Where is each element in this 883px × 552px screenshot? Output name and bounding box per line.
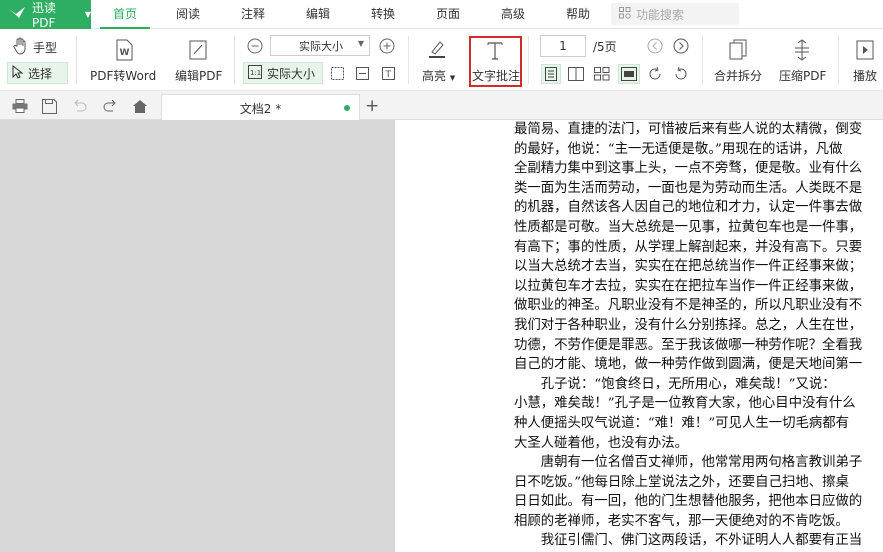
grid-search-icon (619, 6, 631, 22)
menu-tab-annotate[interactable]: 注释 (228, 0, 278, 28)
search-placeholder: 功能搜索 (636, 7, 685, 22)
rotate-counterclockwise-icon[interactable] (672, 65, 690, 83)
text-line: 我征引儒门、佛门这两段话，不外证明人人都要有正当 (514, 533, 863, 549)
toolbar-divider (528, 36, 529, 84)
actual-size-button[interactable]: 1:1 实际大小 (243, 62, 323, 84)
highlight-button[interactable]: 高亮 ▼ (422, 67, 455, 84)
print-icon[interactable] (11, 97, 29, 115)
page-number-input[interactable]: 1 (540, 35, 586, 57)
menu-tab-home[interactable]: 首页 (100, 0, 150, 28)
feature-search-input[interactable]: 功能搜索 (611, 3, 739, 25)
edit-pdf-icon (186, 38, 210, 62)
zoom-select[interactable]: 实际大小 ▼ (270, 35, 370, 56)
save-icon[interactable] (40, 97, 58, 115)
merge-split-button[interactable]: 合并拆分 (714, 67, 762, 84)
text-line: 孔子说：“饱食终日，无所用心，难矣哉！”又说： (514, 376, 836, 392)
one-to-one-icon: 1:1 (248, 64, 262, 82)
text-line: 大圣人碰着他，也没有办法。 (514, 435, 689, 451)
rotate-clockwise-icon[interactable] (646, 65, 664, 83)
text-line: 以拉黄包车才去拉，实实在在把拉车当作一件正经事来做， (514, 278, 863, 294)
text-line: 类一面为生活而劳动，一面也是为劳动而生活。人类既不是 (514, 180, 863, 196)
toolbar-divider (76, 36, 77, 84)
home-icon[interactable] (131, 97, 149, 115)
menu-tab-read[interactable]: 阅读 (163, 0, 213, 28)
highlighter-icon (426, 38, 448, 60)
continuous-scroll-icon[interactable] (618, 64, 640, 84)
fit-page-icon[interactable] (330, 66, 344, 80)
toolbar-divider (838, 36, 839, 84)
page-total: /5页 (593, 40, 617, 54)
undo-icon[interactable] (71, 97, 89, 115)
text-line: 有高下；事的性质，从学理上解剖起来，并没有高下。只要 (514, 239, 863, 255)
merge-split-icon (726, 38, 750, 62)
edit-pdf-button[interactable]: 编辑PDF (175, 67, 222, 84)
app-logo[interactable]: 迅读PDF ▼ (0, 0, 91, 30)
compress-icon (790, 38, 814, 62)
menu-tab-page[interactable]: 页面 (423, 0, 473, 28)
text-line: 性质都是可敬。当大总统是一见事，拉黄包车也是一件事， (514, 219, 863, 235)
svg-text:1:1: 1:1 (250, 69, 261, 77)
chevron-down-icon: ▼ (357, 39, 364, 48)
fit-width-icon[interactable] (355, 66, 369, 80)
bird-logo-icon (8, 6, 26, 23)
prev-page-icon[interactable] (646, 37, 664, 55)
menu-tab-advanced[interactable]: 高级 (488, 0, 538, 28)
text-line: 做职业的神圣。凡职业没有不是神圣的，所以凡职业没有不 (514, 298, 863, 314)
document-page[interactable]: 最简易、直捷的法门，可惜被后来有些人说的太精微，倒变 的最好，他说：“主一无适便是… (395, 120, 883, 552)
hand-tool-label[interactable]: 手型 (33, 39, 57, 56)
highlight-label: 高亮 (422, 69, 447, 83)
text-line: 相顾的老禅师，老实不客气，那一天便绝对的不肯吃饭。 (514, 513, 849, 529)
grid-view-icon[interactable] (593, 65, 611, 83)
text-line: 的最好，他说：“主一无适便是敬。”用现在的话讲，凡做 (514, 141, 843, 157)
new-tab-button[interactable]: + (365, 96, 379, 116)
cursor-arrow-icon (12, 64, 24, 82)
single-page-icon[interactable] (541, 64, 561, 84)
page-gutter (0, 120, 395, 552)
text-line: 唐朝有一位名僧百丈禅师，他常常用两句格言教训弟子 (514, 455, 863, 471)
text-line: 最简易、直捷的法门，可惜被后来有些人说的太精微，倒变 (514, 122, 863, 137)
text-select-icon[interactable]: T (381, 66, 395, 80)
text-line: 功德，不劳作便是罪恶。至于我该做哪一种劳作呢？全看我 (514, 337, 863, 353)
actual-size-label: 实际大小 (267, 66, 316, 81)
redo-icon[interactable] (101, 97, 119, 115)
text-line: 日不吃饭。”他每日除上堂说法之外，还要自己扫地、擦桌 (514, 474, 849, 490)
menu-tab-help[interactable]: 帮助 (553, 0, 603, 28)
text-line: 日日如此。有一回，他的门生想替他服务，把他本日应做的 (514, 494, 863, 510)
select-tool-label: 选择 (28, 66, 53, 81)
hand-icon (12, 37, 30, 55)
play-icon (853, 38, 877, 62)
toolbar-divider (408, 36, 409, 84)
chevron-down-icon: ▼ (449, 74, 456, 82)
play-button[interactable]: 播放 (853, 67, 877, 84)
two-page-icon[interactable] (567, 65, 585, 83)
text-line: 的机器，自然该各人因自己的地位和才力，认定一件事去做 (514, 200, 863, 216)
document-tab[interactable]: 文档2 * (161, 94, 360, 121)
select-tool-button[interactable]: 选择 (7, 62, 68, 84)
next-page-icon[interactable] (672, 37, 690, 55)
compress-pdf-button[interactable]: 压缩PDF (779, 67, 826, 84)
toolbar-divider (702, 36, 703, 84)
text-line: 小慧，难矣哉！”孔子是一位教育大家，他心目中没有什么 (514, 396, 856, 412)
pdf-to-word-icon: W (112, 38, 136, 62)
document-tab-title: 文档2 * (239, 101, 282, 116)
svg-text:T: T (384, 70, 391, 80)
text-line: 自己的才能、境地，做一种劳作做到圆满，便是天地间第一 (514, 357, 863, 373)
unsaved-indicator (344, 105, 350, 111)
pdf-to-word-button[interactable]: PDF转Word (90, 67, 156, 84)
zoom-in-icon[interactable] (378, 37, 396, 55)
menu-tab-edit[interactable]: 编辑 (293, 0, 343, 28)
text-line: 全副精力集中到这事上头，一点不旁骛，便是敬。业有什么 (514, 161, 863, 177)
highlight-annotation-box (469, 36, 522, 87)
text-line: 我们对于各种职业，没有什么分别拣择。总之，人生在世， (514, 317, 863, 333)
app-name: 迅读PDF (32, 1, 57, 30)
zoom-out-icon[interactable] (246, 37, 264, 55)
svg-text:W: W (120, 48, 130, 58)
document-text: 最简易、直捷的法门，可惜被后来有些人说的太精微，倒变 的最好，他说：“主一无适便是… (514, 120, 883, 552)
toolbar-divider (234, 36, 235, 84)
chevron-down-icon[interactable]: ▼ (85, 10, 91, 19)
menu-tab-convert[interactable]: 转换 (358, 0, 408, 28)
text-line: 以当大总统才去当，实实在在把总统当作一件正经事来做； (514, 259, 863, 275)
text-line: 种人便摇头叹气说道：“难！难！”可见人生一切毛病都有 (514, 415, 850, 431)
zoom-value: 实际大小 (299, 39, 343, 53)
